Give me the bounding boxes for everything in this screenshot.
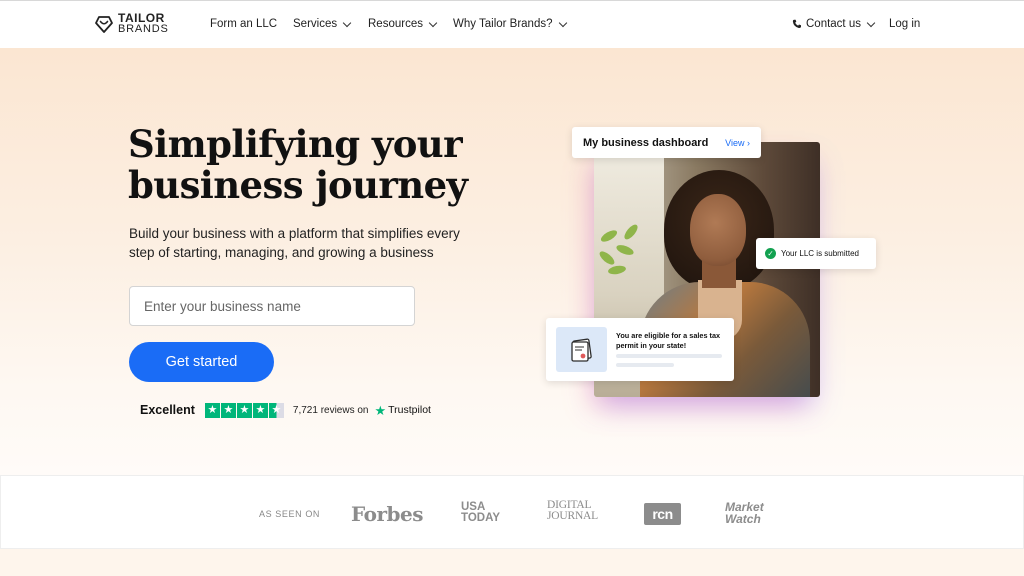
dashboard-view-link[interactable]: View › (725, 138, 750, 148)
nav-log-in-label: Log in (889, 18, 921, 30)
llc-status-card: ✓ Your LLC is submitted (756, 238, 876, 269)
star-icon: ★ (204, 402, 220, 418)
usa-today-logo: USA TODAY (461, 501, 500, 524)
nav-log-in[interactable]: Log in (889, 18, 920, 30)
next-section-peek (0, 549, 1024, 576)
trustpilot-stars: ★ ★ ★ ★ ★ (204, 402, 284, 418)
forbes-logo: Forbes (351, 502, 423, 526)
star-icon: ★ (236, 402, 252, 418)
nav-form-llc-label: Form an LLC (210, 18, 278, 30)
trustpilot-logo: ★ Trustpilot (375, 404, 431, 417)
logo-text-brands: BRANDS (118, 23, 169, 35)
trustpilot-rating[interactable]: Excellent ★ ★ ★ ★ ★ 7,721 reviews on ★ T… (140, 402, 431, 418)
nav-contact-label: Contact us (806, 18, 861, 30)
star-icon: ★ (220, 402, 236, 418)
market-watch-logo: Market Watch (725, 500, 764, 526)
rcn-logo: rcn (644, 503, 681, 525)
nav-services-label: Services (293, 18, 338, 30)
trustpilot-review-count: 7,721 reviews on (292, 404, 369, 416)
nav-form-llc[interactable]: Form an LLC (210, 18, 277, 30)
nav-services[interactable]: Services (293, 18, 352, 30)
placeholder-bar (616, 363, 674, 367)
placeholder-bar (616, 354, 722, 358)
logo-mark-icon (95, 16, 113, 33)
trustpilot-excellent-label: Excellent (140, 403, 195, 417)
business-dashboard-card: My business dashboard View › (572, 127, 761, 158)
phone-icon (792, 19, 801, 29)
star-icon: ★ (252, 402, 268, 418)
tax-permit-text: You are eligible for a sales tax permit … (616, 331, 721, 350)
tailor-brands-logo[interactable]: TAILOR BRANDS (94, 12, 169, 35)
trustpilot-brand-label: Trustpilot (388, 404, 431, 416)
nav-resources-label: Resources (368, 18, 423, 30)
trustpilot-star-icon: ★ (374, 402, 387, 418)
business-name-input[interactable] (129, 286, 415, 326)
as-seen-on-strip: AS SEEN ON Forbes USA TODAY DIGITAL JOUR… (0, 475, 1024, 549)
nav-contact-us[interactable]: Contact us (792, 18, 876, 30)
as-seen-on-label: AS SEEN ON (259, 509, 321, 519)
hero-headline: Simplifying your business journey (128, 122, 468, 207)
hero-subcopy: Build your business with a platform that… (129, 226, 460, 260)
dashboard-card-title: My business dashboard (583, 136, 709, 149)
nav-resources[interactable]: Resources (368, 18, 438, 30)
digital-journal-logo: DIGITAL JOURNAL (547, 499, 598, 522)
tax-permit-card: You are eligible for a sales tax permit … (546, 318, 734, 381)
half-star-icon: ★ (268, 402, 284, 418)
dashboard-view-label: View (725, 137, 745, 148)
chevron-down-icon (558, 18, 567, 27)
chevron-down-icon (342, 18, 352, 27)
chevron-down-icon (866, 18, 876, 27)
certificate-icon (556, 327, 607, 372)
nav-why-tailor-brands[interactable]: Why Tailor Brands? (453, 18, 567, 30)
get-started-button[interactable]: Get started (129, 342, 274, 382)
top-nav-bar: TAILOR BRANDS Form an LLC Services Resou… (0, 0, 1024, 48)
chevron-right-icon: › (747, 137, 750, 148)
chevron-down-icon (428, 18, 438, 27)
llc-status-text: Your LLC is submitted (781, 249, 859, 258)
nav-why-label: Why Tailor Brands? (453, 18, 553, 30)
check-circle-icon: ✓ (765, 248, 776, 259)
